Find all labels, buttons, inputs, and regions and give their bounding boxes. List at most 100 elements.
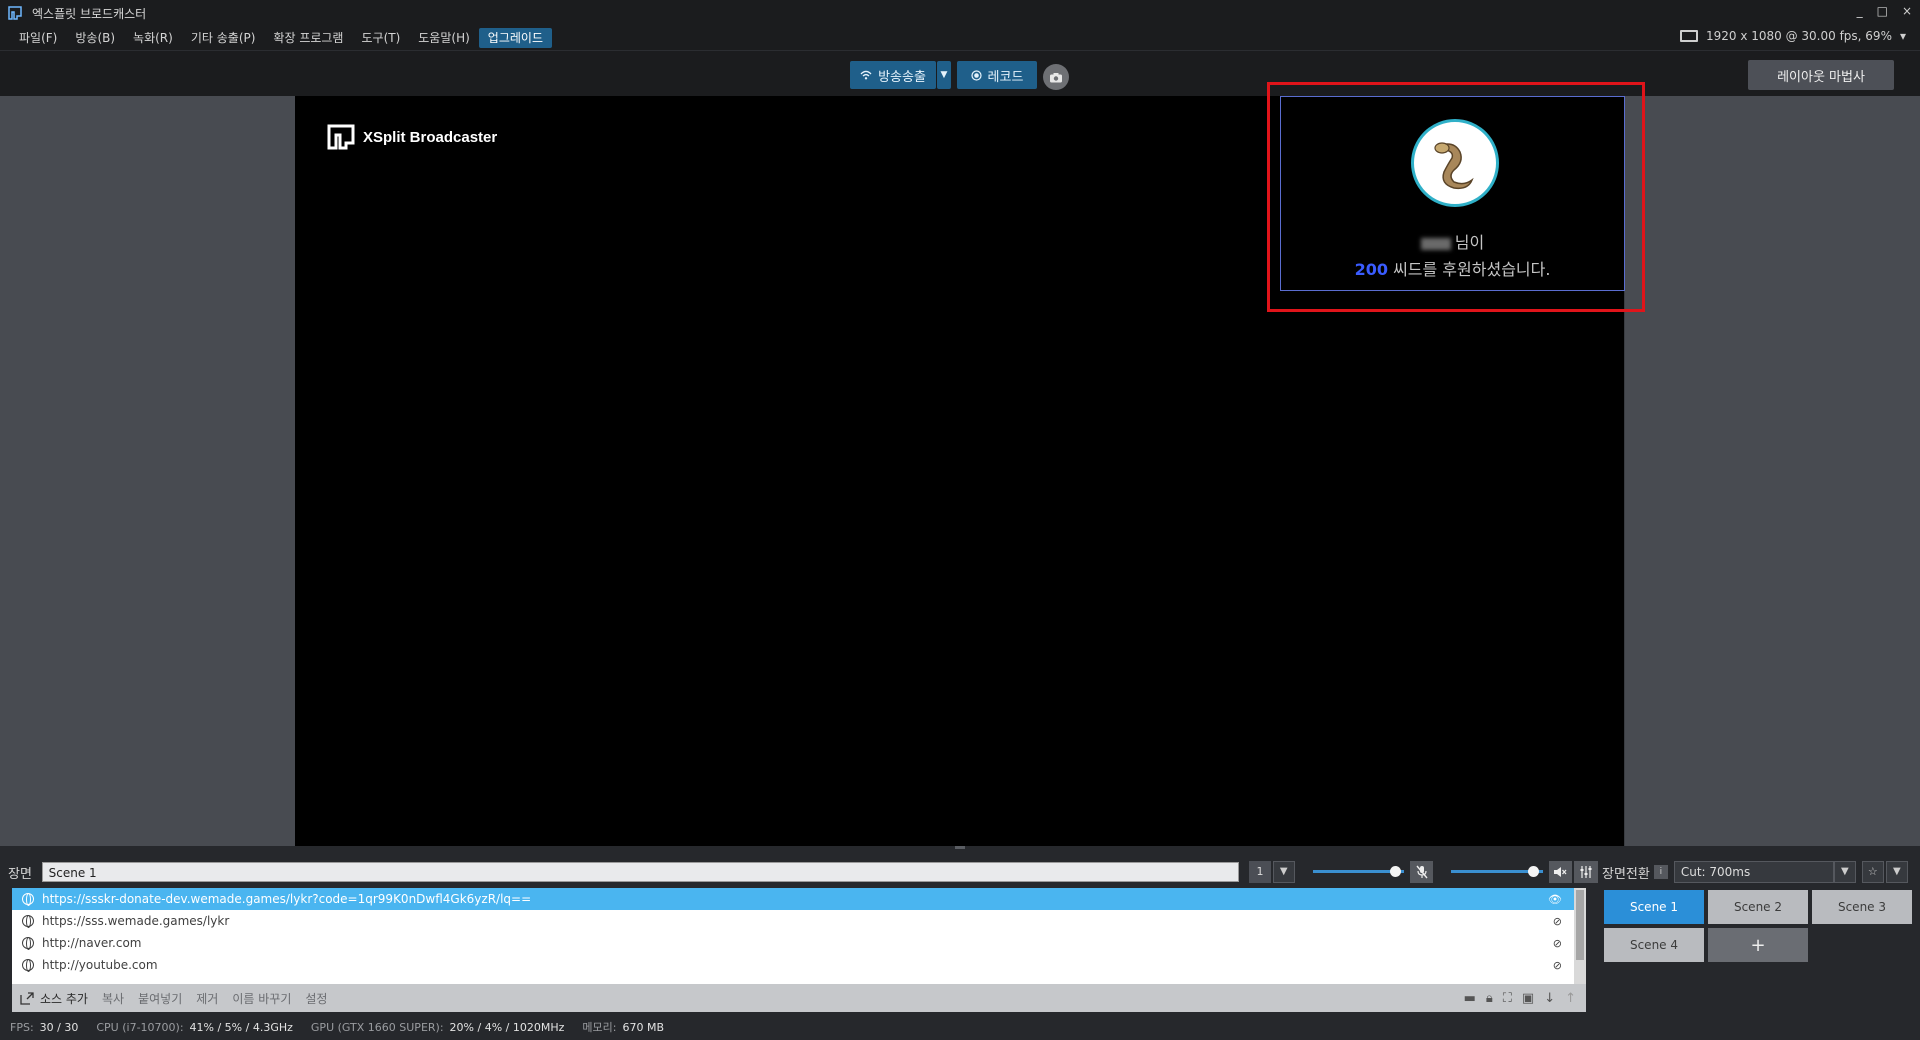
mic-muted-icon (1416, 865, 1428, 879)
folder-icon[interactable]: ▬ (1464, 991, 1476, 1006)
window-title: 엑스플릿 브로드캐스터 (32, 6, 147, 21)
horn-icon (1434, 142, 1474, 190)
eye-hidden-icon[interactable]: ⊘ (1553, 937, 1562, 950)
speaker-volume-slider[interactable] (1451, 861, 1543, 883)
remove-button[interactable]: 제거 (196, 990, 218, 1007)
menu-broadcast[interactable]: 방송(B) (66, 28, 124, 48)
globe-icon (22, 893, 34, 906)
resize-grip[interactable] (955, 846, 965, 849)
screenshot-button[interactable] (1043, 64, 1069, 90)
scene-button-4[interactable]: Scene 4 (1604, 928, 1704, 962)
mic-mute-button[interactable] (1409, 861, 1434, 883)
menu-other-output[interactable]: 기타 송출(P) (182, 28, 265, 48)
eye-hidden-icon[interactable]: ⊘ (1553, 915, 1562, 928)
chevron-down-icon: ▾ (1899, 29, 1906, 43)
move-down-icon[interactable]: ↓ (1544, 991, 1555, 1006)
left-workspace-margin (0, 96, 295, 846)
minimize-button[interactable]: _ (1857, 4, 1863, 18)
menu-file[interactable]: 파일(F) (10, 28, 66, 48)
scene-button-2[interactable]: Scene 2 (1708, 890, 1808, 924)
paste-button[interactable]: 붙여넣기 (138, 990, 182, 1007)
source-item[interactable]: http://youtube.com ⊘ (12, 954, 1586, 976)
lock-icon[interactable]: 🔒︎ (1486, 991, 1493, 1006)
cpu-label: CPU (i7-10700): (96, 1020, 184, 1034)
menu-help[interactable]: 도움말(H) (409, 28, 479, 48)
xsplit-watermark: XSplit Broadcaster (327, 124, 497, 150)
favorite-transition-button[interactable]: ☆ (1861, 861, 1884, 883)
add-source-label: 소스 추가 (40, 991, 88, 1006)
scene-row: 장면 Scene 1 1 ▼ (8, 860, 1599, 884)
scene-button-1[interactable]: Scene 1 (1604, 890, 1704, 924)
speaker-volume-knob[interactable] (1528, 866, 1540, 877)
mic-volume-slider[interactable] (1312, 861, 1404, 883)
donor-avatar (1411, 119, 1499, 207)
source-item[interactable]: https://ssskr-donate-dev.wemade.games/ly… (12, 888, 1586, 910)
speaker-muted-icon (1554, 867, 1567, 877)
copy-button[interactable]: 복사 (102, 990, 124, 1007)
close-button[interactable]: × (1902, 4, 1912, 18)
sources-list[interactable]: https://ssskr-donate-dev.wemade.games/ly… (12, 888, 1586, 984)
record-button[interactable]: 레코드 (957, 61, 1037, 89)
right-workspace-margin (1625, 96, 1920, 846)
transition-options-dropdown[interactable]: ▼ (1885, 861, 1908, 883)
add-source-button[interactable]: 소스 추가 (20, 990, 88, 1007)
fps-value: 30 / 30 (39, 1020, 79, 1034)
donation-message: 씨드를 후원하셨습니다. (1393, 260, 1551, 279)
gpu-label: GPU (GTX 1660 SUPER): (310, 1020, 444, 1034)
source-item[interactable]: http://naver.com ⊘ (12, 932, 1586, 954)
broadcast-dropdown-button[interactable]: ▼ (937, 61, 951, 89)
sources-scrollbar[interactable] (1574, 888, 1586, 984)
scene-number-dropdown[interactable]: ▼ (1272, 861, 1295, 883)
menu-upgrade[interactable]: 업그레이드 (478, 28, 552, 48)
audio-mixer-button[interactable] (1574, 861, 1599, 883)
donor-line: 님이 (1281, 229, 1624, 253)
scene-name-input[interactable]: Scene 1 (41, 862, 1240, 882)
fullscreen-icon[interactable]: ⛶ (1503, 991, 1512, 1006)
toolbar: 방송송출 ▼ 레코드 레이아웃 마법사 (0, 50, 1920, 96)
menu-extensions[interactable]: 확장 프로그램 (264, 28, 352, 48)
transition-select[interactable]: Cut: 700ms (1673, 861, 1834, 883)
layout-wizard-button[interactable]: 레이아웃 마법사 (1748, 60, 1894, 90)
speaker-mute-button[interactable] (1548, 861, 1573, 883)
scrollbar-thumb[interactable] (1576, 890, 1584, 960)
rename-button[interactable]: 이름 바꾸기 (232, 990, 291, 1007)
source-url: http://naver.com (42, 936, 142, 950)
preview-canvas[interactable]: XSplit Broadcaster 님이 200 씨드를 후원하셨습니다. (295, 96, 1625, 846)
source-url: http://youtube.com (42, 958, 158, 972)
transition-dropdown[interactable]: ▼ (1833, 861, 1856, 883)
camera-icon (1050, 72, 1062, 82)
add-scene-button[interactable]: + (1708, 928, 1808, 962)
menu-record[interactable]: 녹화(R) (124, 28, 182, 48)
eye-icon[interactable]: 👁 (1548, 893, 1562, 906)
resolution-selector[interactable]: 1920 x 1080 @ 30.00 fps, 69% ▾ (1679, 29, 1906, 43)
transition-row: 장면전환 i Cut: 700ms ▼ ☆ ▼ (1602, 860, 1912, 884)
source-item[interactable]: https://sss.wemade.games/lykr ⊘ (12, 910, 1586, 932)
blurred-donor-name (1420, 237, 1451, 250)
eye-hidden-icon[interactable]: ⊘ (1553, 959, 1562, 972)
transition-label: 장면전환 (1602, 866, 1650, 882)
record-icon (970, 69, 982, 81)
menu-tools[interactable]: 도구(T) (352, 28, 409, 48)
memory-label: 메모리: (582, 1021, 617, 1034)
source-url: https://ssskr-donate-dev.wemade.games/ly… (42, 892, 532, 906)
scene-button-3[interactable]: Scene 3 (1812, 890, 1912, 924)
mic-volume-knob[interactable] (1389, 866, 1401, 877)
globe-icon (22, 915, 34, 928)
move-up-icon[interactable]: ↑ (1565, 991, 1576, 1006)
status-bar: FPS: 30 / 30 CPU (i7-10700): 41% / 5% / … (10, 1017, 682, 1037)
source-actions-bar: 소스 추가 복사 붙여넣기 제거 이름 바꾸기 설정 ▬ 🔒︎ ⛶ ▣ ↓ ↑ (12, 984, 1586, 1012)
broadcast-button[interactable]: 방송송출 (850, 61, 936, 89)
maximize-button[interactable]: □ (1877, 4, 1888, 18)
chevron-down-icon: ▼ (1840, 866, 1849, 877)
layout-icon[interactable]: ▣ (1522, 991, 1534, 1006)
memory-value: 670 MB (622, 1020, 664, 1034)
info-icon[interactable]: i (1653, 865, 1668, 879)
title-bar: 엑스플릿 브로드캐스터 _ □ × (0, 0, 1920, 26)
scene-number[interactable]: 1 (1249, 861, 1271, 883)
menu-bar: 파일(F) 방송(B) 녹화(R) 기타 송출(P) 확장 프로그램 도구(T)… (0, 26, 1920, 50)
xsplit-logo-icon (327, 124, 355, 150)
donation-alert[interactable]: 님이 200 씨드를 후원하셨습니다. (1280, 96, 1625, 291)
settings-button[interactable]: 설정 (305, 990, 327, 1007)
monitor-icon (1679, 30, 1698, 42)
donation-message-line: 200 씨드를 후원하셨습니다. (1281, 256, 1624, 280)
